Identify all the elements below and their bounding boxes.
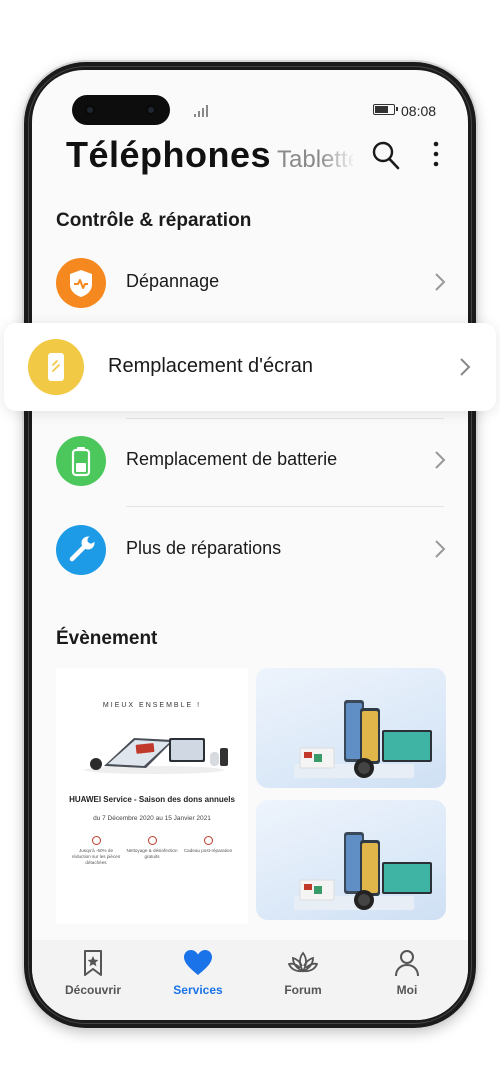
chevron-right-icon <box>435 273 446 291</box>
banner-title: HUAWEI Service - Saison des dons annuels <box>69 795 235 804</box>
signal-icon <box>194 105 210 117</box>
banner-dates: du 7 Décembre 2020 au 15 Janvier 2021 <box>93 815 211 822</box>
products-illustration <box>294 832 432 910</box>
banner-perk: Nettoyage & désinfection gratuits <box>126 836 178 860</box>
phone-screen-icon <box>28 339 84 395</box>
battery-icon <box>56 436 106 486</box>
nav-label: Services <box>173 983 223 997</box>
repair-item-label: Remplacement de batterie <box>126 449 338 469</box>
chevron-right-icon <box>435 451 446 469</box>
products-illustration <box>294 700 432 778</box>
repair-item-ecran[interactable]: Remplacement d'écran <box>4 323 496 411</box>
section-title-repair: Contrôle & réparation <box>56 210 252 231</box>
more-options-icon[interactable] <box>430 140 442 170</box>
repair-item-batterie[interactable]: Remplacement de batterie <box>56 431 446 491</box>
section-title-event: Évènement <box>56 628 158 649</box>
repair-item-label: Remplacement d'écran <box>108 355 314 377</box>
banner-perk: Jusqu'à -50% de réduction sur les pièces… <box>70 836 122 867</box>
banner-perk: Cadeau post-réparation <box>182 836 234 854</box>
battery-status-icon <box>373 104 398 115</box>
repair-item-label: Plus de réparations <box>126 538 282 558</box>
banner-headline: MIEUX ENSEMBLE ! <box>102 702 202 709</box>
devices-illustration <box>84 738 228 774</box>
tab-telephones[interactable]: Téléphones <box>66 134 271 176</box>
battery-level-fill <box>375 106 388 113</box>
search-icon[interactable] <box>372 140 400 170</box>
event-banner-main[interactable]: MIEUX ENSEMBLE ! HUAWEI Service - Saison… <box>56 668 248 924</box>
tab-fade-overlay <box>320 140 356 180</box>
event-banner-products-2[interactable] <box>256 800 446 920</box>
chevron-right-icon <box>435 540 446 558</box>
nav-label: Découvrir <box>64 983 122 997</box>
wrench-icon <box>56 525 106 575</box>
divider <box>126 506 444 507</box>
chevron-right-icon <box>460 358 471 376</box>
shield-icon <box>56 258 106 308</box>
nav-label: Forum <box>284 983 322 997</box>
status-time: 08:08 <box>401 103 437 119</box>
repair-item-label: Dépannage <box>126 271 220 291</box>
gift-icon <box>203 836 213 845</box>
nav-forum[interactable]: Forum <box>258 948 348 997</box>
cleaning-icon <box>147 836 157 845</box>
nav-label: Moi <box>396 983 418 997</box>
camera-lens <box>84 104 96 116</box>
bottom-navigation: Découvrir Services Forum Moi <box>32 940 468 1020</box>
divider <box>126 418 444 419</box>
lotus-icon <box>288 951 318 973</box>
repair-item-depannage[interactable]: Dépannage <box>56 253 446 313</box>
bookmark-star-icon <box>84 950 102 976</box>
repair-item-plus[interactable]: Plus de réparations <box>56 520 446 580</box>
discount-icon <box>91 836 101 845</box>
user-icon <box>395 950 419 977</box>
front-camera-cutout <box>72 95 170 125</box>
nav-services[interactable]: Services <box>153 948 243 997</box>
heart-icon <box>184 950 212 975</box>
camera-lens <box>145 104 157 116</box>
nav-moi[interactable]: Moi <box>362 948 452 997</box>
nav-decouvrir[interactable]: Découvrir <box>48 948 138 997</box>
event-banner-products-1[interactable] <box>256 668 446 788</box>
